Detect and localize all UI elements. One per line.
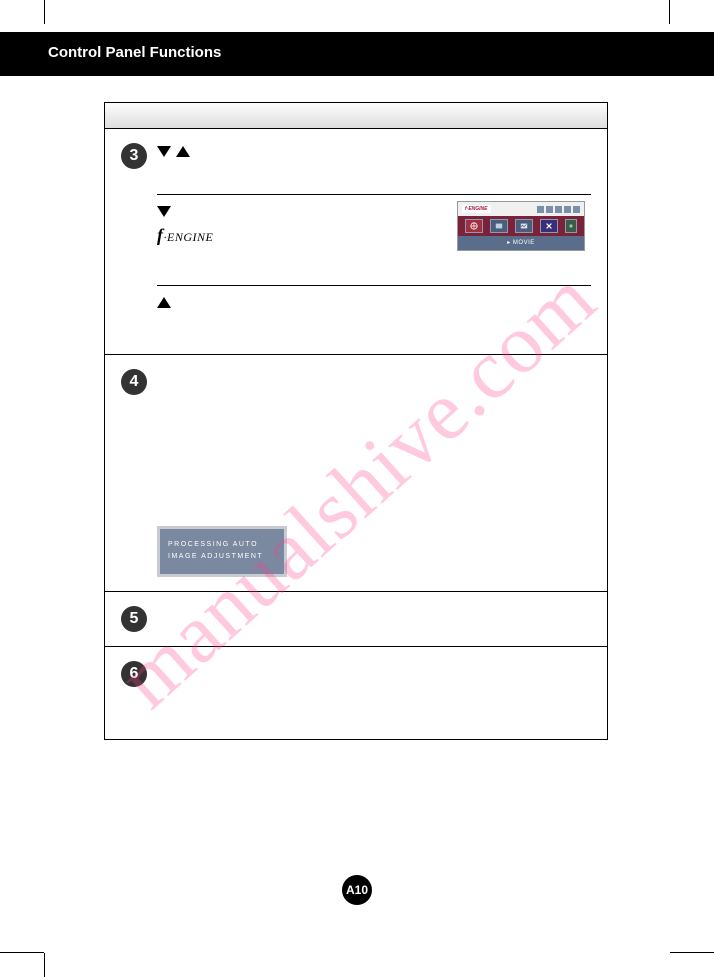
- close-icon: [545, 222, 553, 230]
- osd-tile: [515, 219, 533, 233]
- step-3-sub-up: This function allows you to easily selec…: [105, 286, 607, 354]
- osd-tile: [465, 219, 483, 233]
- fengine-badge: f·ENGINE: [462, 205, 491, 213]
- step-3-label: Button: [199, 145, 231, 157]
- section-title: Control Panel Functions: [48, 44, 221, 61]
- step-4-top-text: Use this button to enter a selection in …: [157, 390, 591, 407]
- up-arrow-icon: [176, 146, 190, 157]
- osd-tile: [540, 219, 558, 233]
- globe-icon: [470, 222, 478, 230]
- sub-up-text: This function allows you to easily selec…: [267, 296, 573, 332]
- page-number-badge: A10: [342, 875, 372, 905]
- step-6-row: 6 Power Indicator This Indicator lights …: [105, 647, 607, 739]
- picture-icon: [520, 222, 528, 230]
- step-5-label: Power Button: [157, 608, 223, 620]
- osd-mode-label: MOVIE: [458, 236, 584, 250]
- step-4-subhead: AUTO IMAGE ADJUSTMENT: [157, 427, 591, 444]
- sub-down-text: For more information, refer to page A17.: [267, 205, 463, 217]
- down-arrow-icon: [157, 146, 171, 157]
- page-number: A10: [346, 883, 368, 897]
- osd-icon: [555, 206, 562, 213]
- down-arrow-icon: [157, 206, 171, 217]
- auto-line-1: PROCESSING AUTO: [168, 539, 276, 552]
- crop-mark: [44, 953, 45, 977]
- step-3-row: 3 Button Use these buttons to select or …: [105, 129, 607, 194]
- crop-mark: [670, 952, 714, 953]
- picture-icon: [495, 222, 503, 230]
- osd-icon: [564, 206, 571, 213]
- section-title-bar: Control Panel Functions: [0, 32, 714, 76]
- osd-tile: [565, 219, 577, 233]
- step-5-text: Use this button to turn the display on o…: [238, 608, 448, 620]
- dot-icon: [567, 222, 575, 230]
- step-4-body: When adjusting your display settings, al…: [157, 448, 591, 498]
- step-6-label: Power Indicator: [157, 663, 233, 675]
- step-number-3: 3: [121, 143, 147, 169]
- step-number-4: 4: [121, 369, 147, 395]
- step-5-row: 5 Power Button Use this button to turn t…: [105, 592, 607, 646]
- up-arrow-icon: [157, 297, 171, 308]
- step-number-6: 6: [121, 661, 147, 687]
- crop-mark: [44, 0, 45, 24]
- fengine-osd-preview: f·ENGINE: [457, 201, 585, 251]
- content-panel: Button 3 Button Use these buttons to sel…: [104, 102, 608, 740]
- auto-line-2: IMAGE ADJUSTMENT: [168, 551, 276, 564]
- step-3-desc: Use these buttons to select or adjust fu…: [157, 164, 591, 181]
- table-header: Button: [105, 103, 607, 129]
- crop-mark: [0, 952, 44, 953]
- step-4-label: AUTO/SET Button: [157, 369, 591, 386]
- step-3-sub-down: f·ENGINE For more information, refer to …: [105, 195, 607, 285]
- osd-tile: [490, 219, 508, 233]
- auto-adjustment-popup: PROCESSING AUTO IMAGE ADJUSTMENT: [157, 526, 287, 577]
- step-number-5: 5: [121, 606, 147, 632]
- step-4-row: 4 AUTO/SET Button Use this button to ent…: [105, 355, 607, 591]
- osd-icon: [573, 206, 580, 213]
- step-4-best: The best display mode is: [157, 501, 591, 518]
- osd-icon: [537, 206, 544, 213]
- crop-mark: [669, 0, 670, 24]
- fengine-logo: f·ENGINE: [157, 225, 267, 246]
- osd-icon: [546, 206, 553, 213]
